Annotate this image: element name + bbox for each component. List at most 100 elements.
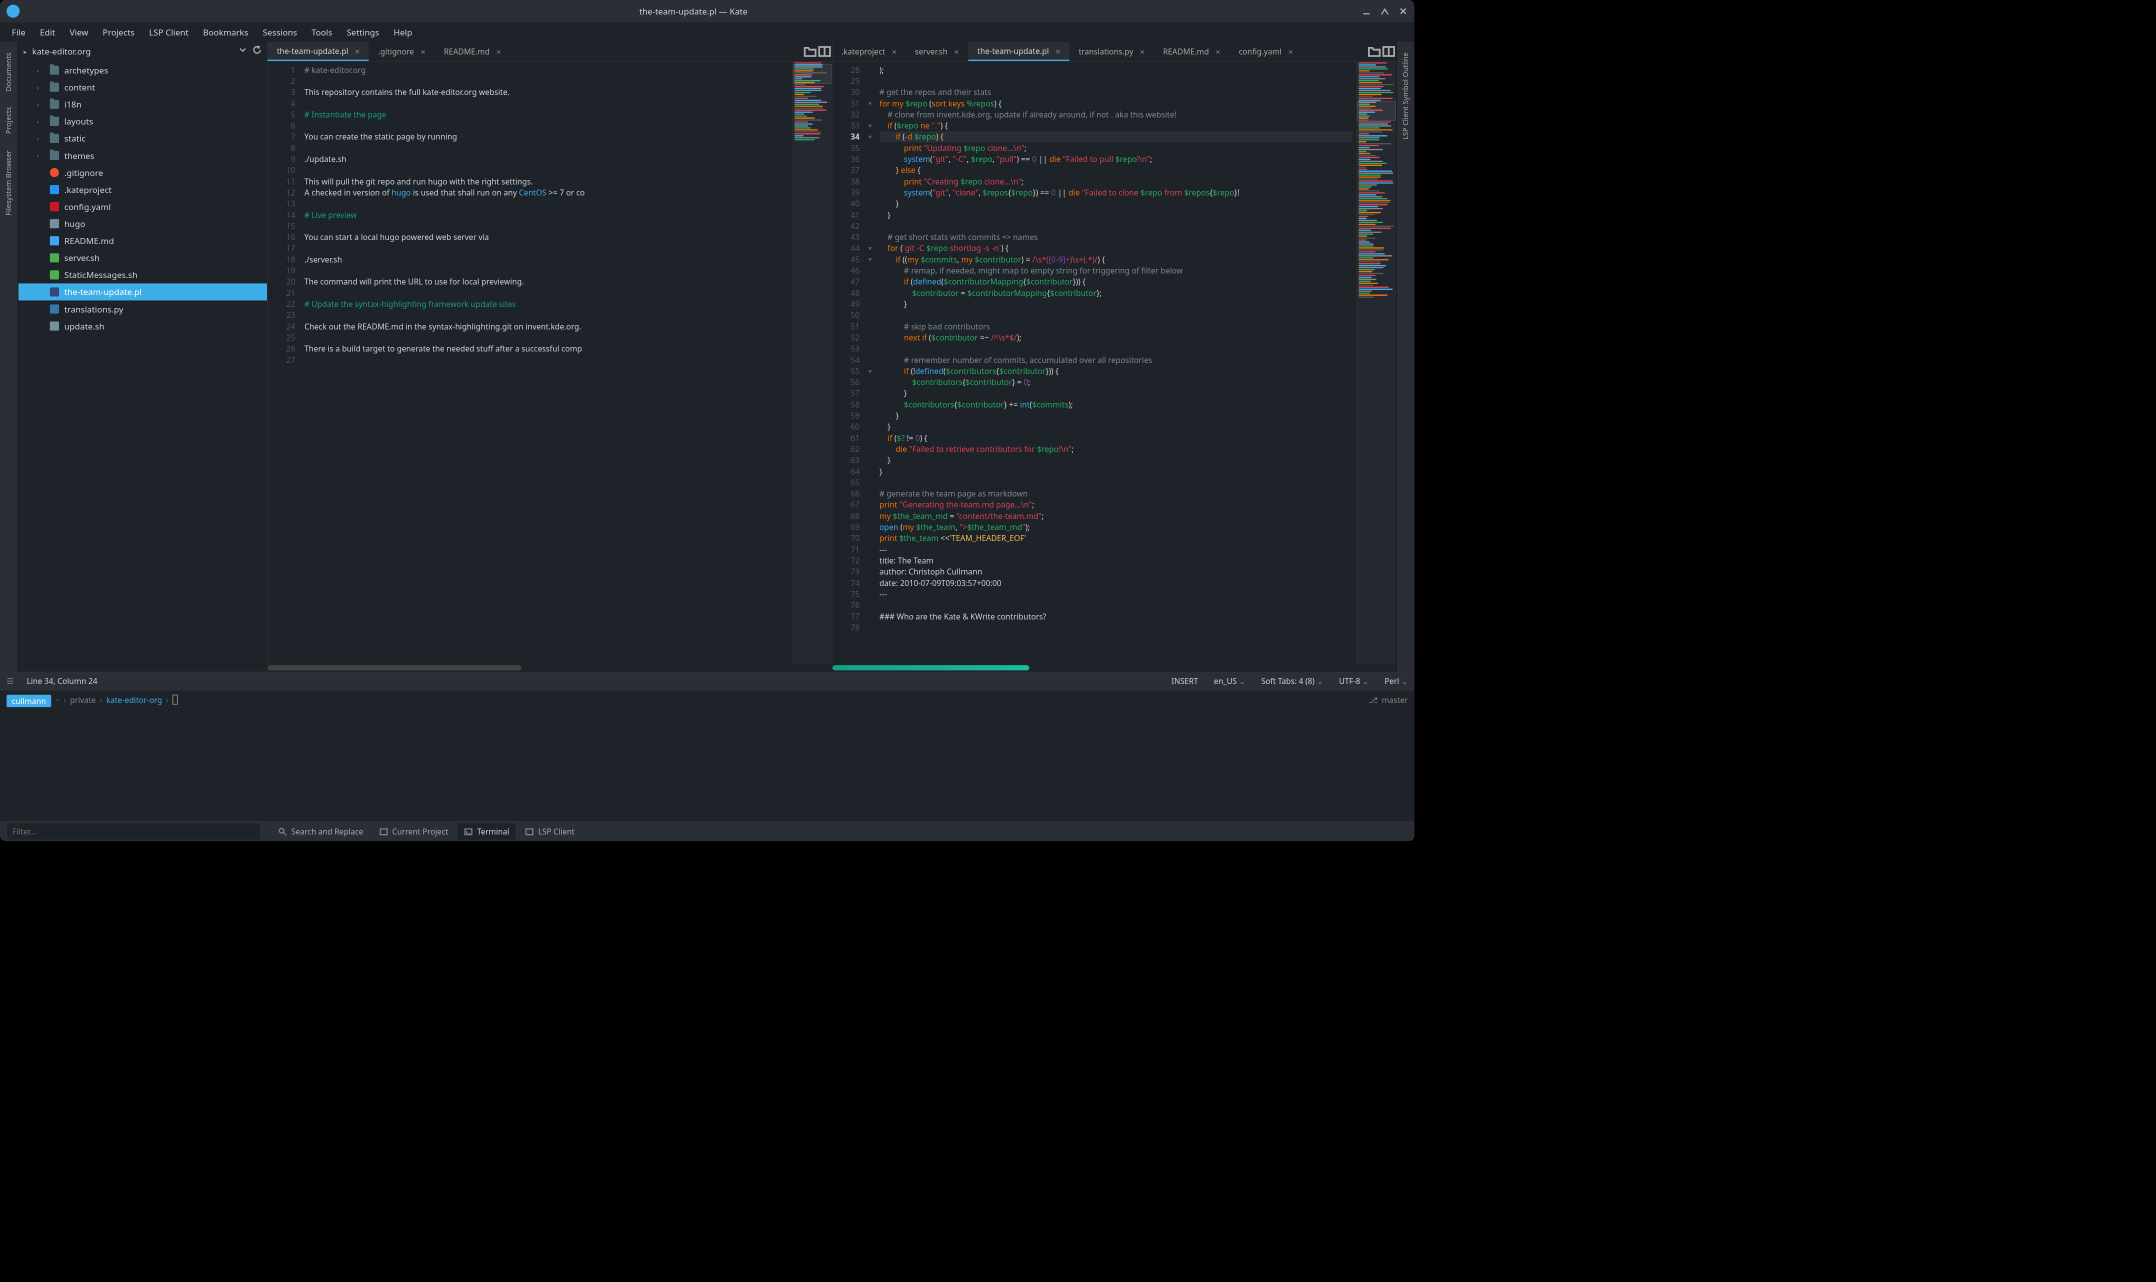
maximize-icon[interactable] [1380, 7, 1389, 16]
split-icon[interactable] [1382, 42, 1396, 61]
cursor-position[interactable]: Line 34, Column 24 [27, 676, 98, 687]
close-icon[interactable] [1399, 7, 1408, 16]
terminal-body[interactable] [0, 711, 1414, 821]
tree-item-hugo[interactable]: hugo [18, 215, 267, 232]
split-icon[interactable] [817, 42, 831, 61]
tab-label: the-team-update.pl [977, 45, 1049, 56]
app-logo-icon [7, 5, 20, 18]
tree-item-config-yaml[interactable]: config.yaml [18, 198, 267, 215]
right-minimap[interactable] [1357, 62, 1396, 664]
left-code[interactable]: # kate-editor.org This repository contai… [300, 62, 792, 664]
spell-lang[interactable]: en_US [1214, 676, 1246, 687]
tree-item-update-sh[interactable]: update.sh [18, 318, 267, 335]
tree-item--gitignore[interactable]: .gitignore [18, 164, 267, 181]
tab-icon [379, 827, 388, 836]
terminal-prompt[interactable]: cullmann ~ › private › kate-editor-org ›… [0, 691, 1414, 711]
menu-bookmarks[interactable]: Bookmarks [196, 24, 254, 41]
syntax-mode[interactable]: Perl [1385, 676, 1408, 687]
rail-filesystem-browser[interactable]: Filesystem Browser [3, 143, 15, 221]
tree-label: update.sh [64, 320, 104, 332]
encoding[interactable]: UTF-8 [1339, 676, 1369, 687]
close-icon[interactable]: × [1288, 46, 1293, 58]
tab-the-team-update-pl[interactable]: the-team-update.pl × [968, 42, 1069, 61]
bottom-tab-terminal[interactable]: Terminal [457, 823, 515, 839]
menu-file[interactable]: File [5, 24, 32, 41]
tab-README-md[interactable]: README.md× [435, 42, 511, 61]
left-tabs: the-team-update.pl×.gitignore×README.md× [268, 42, 832, 62]
tab-translations-py[interactable]: translations.py× [1070, 42, 1154, 61]
tree-item-server-sh[interactable]: server.sh [18, 249, 267, 266]
tree-item-the-team-update-pl[interactable]: the-team-update.pl [18, 283, 267, 300]
right-code[interactable]: ); # get the repos and their statsfor my… [875, 62, 1356, 664]
project-reload-icon[interactable] [253, 45, 262, 57]
tab-icon [525, 827, 534, 836]
tree-label: archetypes [64, 64, 108, 76]
chevron-right-icon: › [37, 66, 45, 75]
left-editor[interactable]: 1234567891011121314151617181920212223242… [268, 62, 832, 664]
file-icon [50, 219, 59, 228]
close-icon[interactable]: × [954, 46, 959, 58]
tab--kateproject[interactable]: .kateproject× [832, 42, 906, 61]
right-hscroll[interactable] [832, 664, 1396, 672]
project-name: kate-editor.org [32, 45, 233, 57]
close-icon[interactable]: × [355, 45, 360, 57]
status-menu-icon[interactable]: ☰ [7, 676, 14, 687]
close-icon[interactable]: × [496, 46, 501, 58]
filter-input[interactable] [7, 823, 262, 841]
rail-lsp-client-symbol-outline[interactable]: LSP Client Symbol Outline [1399, 46, 1411, 146]
folder-icon[interactable] [1367, 42, 1381, 61]
tree-item-StaticMessages-sh[interactable]: StaticMessages.sh [18, 266, 267, 283]
minimize-icon[interactable] [1362, 7, 1371, 16]
close-icon[interactable]: × [892, 46, 897, 58]
close-icon[interactable]: × [1215, 46, 1220, 58]
tree-item-README-md[interactable]: README.md [18, 232, 267, 249]
tab-the-team-update-pl[interactable]: the-team-update.pl × [268, 42, 369, 61]
edit-mode[interactable]: INSERT [1172, 676, 1199, 687]
tree-item-i18n[interactable]: ›i18n [18, 96, 267, 113]
file-tree: ›archetypes›content›i18n›layouts›static›… [18, 60, 267, 671]
bottom-tab-search-and-replace[interactable]: Search and Replace [272, 823, 370, 839]
term-cursor [172, 695, 177, 705]
menu-settings[interactable]: Settings [340, 24, 386, 41]
folder-icon[interactable] [803, 42, 817, 61]
close-icon[interactable]: × [1140, 46, 1145, 58]
tab-config-yaml[interactable]: config.yaml × [1230, 42, 1303, 61]
bottom-tab-lsp-client[interactable]: LSP Client [518, 823, 581, 839]
close-icon[interactable]: × [1055, 45, 1060, 57]
right-editor[interactable]: 2829303132333435363738394041424344454647… [832, 62, 1396, 664]
tree-label: themes [64, 150, 94, 162]
bottom-tab-current-project[interactable]: Current Project [372, 823, 454, 839]
tree-item--kateproject[interactable]: .kateproject [18, 181, 267, 198]
tree-item-translations-py[interactable]: translations.py [18, 300, 267, 317]
menu-edit[interactable]: Edit [33, 24, 61, 41]
tab--gitignore[interactable]: .gitignore× [369, 42, 435, 61]
sh-icon [50, 253, 59, 262]
tab-label: the-team-update.pl [277, 45, 349, 56]
rail-projects[interactable]: Projects [3, 101, 15, 141]
menu-view[interactable]: View [63, 24, 95, 41]
left-hscroll[interactable] [268, 664, 832, 672]
menu-projects[interactable]: Projects [96, 24, 141, 41]
rail-documents[interactable]: Documents [3, 46, 15, 98]
menu-sessions[interactable]: Sessions [256, 24, 303, 41]
term-path: private [70, 695, 96, 706]
right-fold[interactable]: ▾▾▾▾▾▾ [865, 62, 875, 664]
tree-item-archetypes[interactable]: › archetypes [18, 62, 267, 79]
menu-help[interactable]: Help [387, 24, 419, 41]
menu-lsp-client[interactable]: LSP Client [142, 24, 195, 41]
menu-tools[interactable]: Tools [305, 24, 339, 41]
main-area: Documents Projects Filesystem Browser ▸ ka… [0, 42, 1414, 672]
tree-item-layouts[interactable]: ›layouts [18, 113, 267, 130]
left-minimap[interactable] [792, 62, 831, 664]
indent-mode[interactable]: Soft Tabs: 4 (8) [1261, 676, 1323, 687]
project-dropdown-icon[interactable] [238, 45, 247, 57]
tree-item-content[interactable]: ›content [18, 79, 267, 96]
tab-README-md[interactable]: README.md× [1154, 42, 1230, 61]
tab-label: Search and Replace [291, 826, 363, 837]
tab-server-sh[interactable]: server.sh× [906, 42, 968, 61]
project-expand-icon[interactable]: ▸ [24, 47, 27, 56]
tree-item-static[interactable]: ›static [18, 130, 267, 147]
close-icon[interactable]: × [421, 46, 426, 58]
tree-item-themes[interactable]: ›themes [18, 147, 267, 164]
tab-label: config.yaml [1239, 46, 1282, 57]
